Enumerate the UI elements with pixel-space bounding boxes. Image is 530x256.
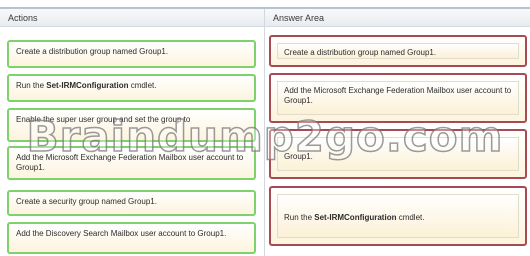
answer-area-header: Answer Area bbox=[265, 9, 530, 27]
answer-slot-1[interactable]: Create a distribution group named Group1… bbox=[269, 35, 527, 67]
answer-text: Create a distribution group named Group1… bbox=[284, 48, 437, 57]
actions-header: Actions bbox=[0, 9, 264, 27]
answer-text-prefix: Run the bbox=[284, 213, 315, 222]
answer-text: Group1. bbox=[284, 152, 313, 161]
answer-slot-4[interactable]: Run the Set-IRMConfiguration cmdlet. bbox=[269, 186, 527, 246]
action-run-set-irmconfiguration[interactable]: Run the Set-IRMConfiguration cmdlet. bbox=[7, 74, 256, 102]
answer-slot-3[interactable]: Group1. bbox=[269, 129, 527, 179]
answer-item: Add the Microsoft Exchange Federation Ma… bbox=[277, 81, 519, 115]
cmdlet-name: Set-IRMConfiguration bbox=[314, 213, 397, 222]
action-text: Add the Microsoft Exchange Federation Ma… bbox=[16, 153, 244, 172]
drag-drop-question: Actions Answer Area Create a distributio… bbox=[0, 0, 530, 256]
action-text: Create a security group named Group1. bbox=[16, 197, 157, 206]
action-add-federation-mailbox[interactable]: Add the Microsoft Exchange Federation Ma… bbox=[7, 146, 256, 180]
answer-item: Group1. bbox=[277, 137, 519, 171]
action-enable-super-user-group[interactable]: Enable the super user group and set the … bbox=[7, 108, 256, 142]
action-add-discovery-mailbox[interactable]: Add the Discovery Search Mailbox user ac… bbox=[7, 222, 256, 254]
action-text-suffix: cmdlet. bbox=[128, 81, 157, 90]
cmdlet-name: Set-IRMConfiguration bbox=[46, 81, 129, 90]
action-create-distribution-group[interactable]: Create a distribution group named Group1… bbox=[7, 40, 256, 68]
answer-text: Add the Microsoft Exchange Federation Ma… bbox=[284, 86, 512, 105]
action-text: Enable the super user group and set the … bbox=[16, 115, 191, 124]
action-create-security-group[interactable]: Create a security group named Group1. bbox=[7, 190, 256, 216]
answer-item: Run the Set-IRMConfiguration cmdlet. bbox=[277, 194, 519, 238]
action-text-prefix: Run the bbox=[16, 81, 47, 90]
answer-item: Create a distribution group named Group1… bbox=[277, 43, 519, 59]
answer-text-suffix: cmdlet. bbox=[396, 213, 425, 222]
action-text: Create a distribution group named Group1… bbox=[16, 47, 169, 56]
panel-divider bbox=[264, 9, 265, 256]
answer-slot-2[interactable]: Add the Microsoft Exchange Federation Ma… bbox=[269, 73, 527, 123]
action-text: Add the Discovery Search Mailbox user ac… bbox=[16, 229, 227, 238]
